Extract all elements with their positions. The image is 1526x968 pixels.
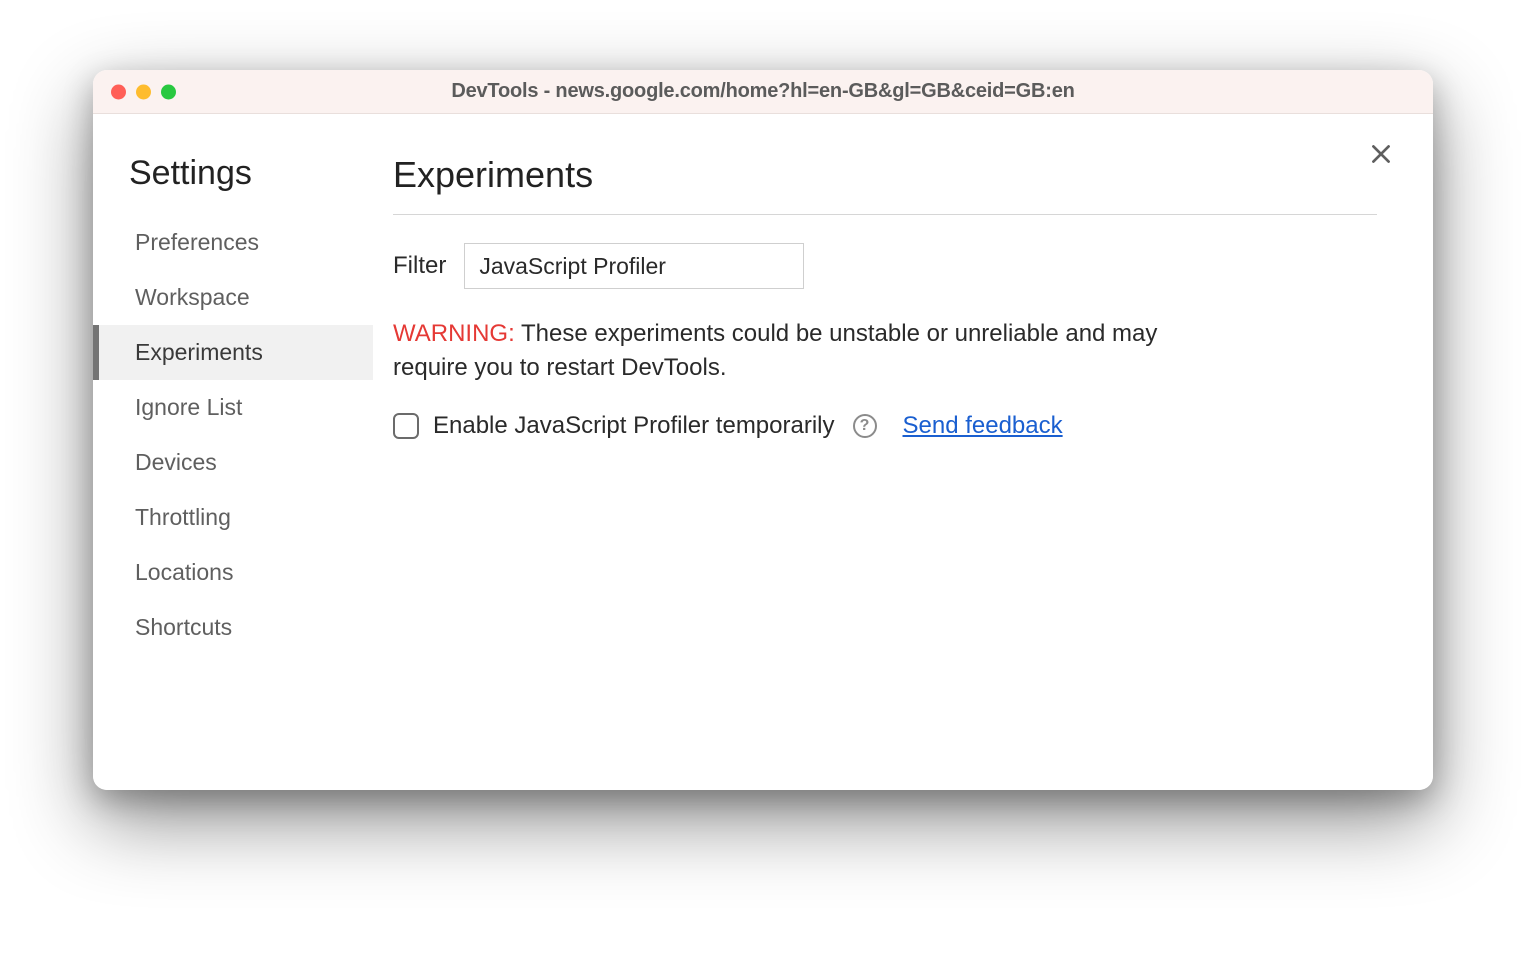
settings-nav: Preferences Workspace Experiments Ignore… <box>93 215 373 655</box>
titlebar: DevTools - news.google.com/home?hl=en-GB… <box>93 70 1433 114</box>
experiment-row: Enable JavaScript Profiler temporarily ?… <box>393 412 1377 440</box>
warning-text: WARNING: These experiments could be unst… <box>393 317 1213 384</box>
sidebar-item-label: Ignore List <box>135 394 242 420</box>
main-panel: Experiments Filter WARNING: These experi… <box>373 114 1433 790</box>
sidebar-item-label: Preferences <box>135 229 259 255</box>
page-title: Experiments <box>393 154 593 214</box>
content-area: Settings Preferences Workspace Experimen… <box>93 114 1433 790</box>
sidebar-item-label: Shortcuts <box>135 614 232 640</box>
sidebar-item-label: Devices <box>135 449 217 475</box>
experiment-checkbox[interactable] <box>393 413 419 439</box>
fullscreen-window-button[interactable] <box>161 84 176 99</box>
sidebar-item-experiments[interactable]: Experiments <box>93 325 373 380</box>
sidebar-item-devices[interactable]: Devices <box>93 435 373 490</box>
sidebar-item-label: Experiments <box>135 339 263 365</box>
send-feedback-link[interactable]: Send feedback <box>903 412 1063 440</box>
window-title: DevTools - news.google.com/home?hl=en-GB… <box>93 80 1433 103</box>
close-window-button[interactable] <box>111 84 126 99</box>
sidebar-item-preferences[interactable]: Preferences <box>93 215 373 270</box>
filter-label: Filter <box>393 252 446 280</box>
filter-row: Filter <box>393 243 1377 289</box>
sidebar-item-label: Throttling <box>135 504 231 530</box>
devtools-window: DevTools - news.google.com/home?hl=en-GB… <box>93 70 1433 790</box>
sidebar-item-label: Locations <box>135 559 233 585</box>
settings-sidebar: Settings Preferences Workspace Experimen… <box>93 114 373 790</box>
traffic-lights <box>111 84 176 99</box>
experiment-label: Enable JavaScript Profiler temporarily <box>433 412 835 440</box>
close-icon <box>1368 141 1394 167</box>
close-settings-button[interactable] <box>1367 140 1395 168</box>
header-divider <box>393 214 1377 215</box>
sidebar-item-throttling[interactable]: Throttling <box>93 490 373 545</box>
sidebar-item-label: Workspace <box>135 284 250 310</box>
main-header: Experiments <box>393 154 1377 214</box>
minimize-window-button[interactable] <box>136 84 151 99</box>
filter-input[interactable] <box>464 243 804 289</box>
sidebar-item-shortcuts[interactable]: Shortcuts <box>93 600 373 655</box>
help-icon[interactable]: ? <box>853 414 877 438</box>
settings-title: Settings <box>93 154 373 215</box>
warning-prefix: WARNING: <box>393 320 515 347</box>
sidebar-item-workspace[interactable]: Workspace <box>93 270 373 325</box>
sidebar-item-ignore-list[interactable]: Ignore List <box>93 380 373 435</box>
sidebar-item-locations[interactable]: Locations <box>93 545 373 600</box>
